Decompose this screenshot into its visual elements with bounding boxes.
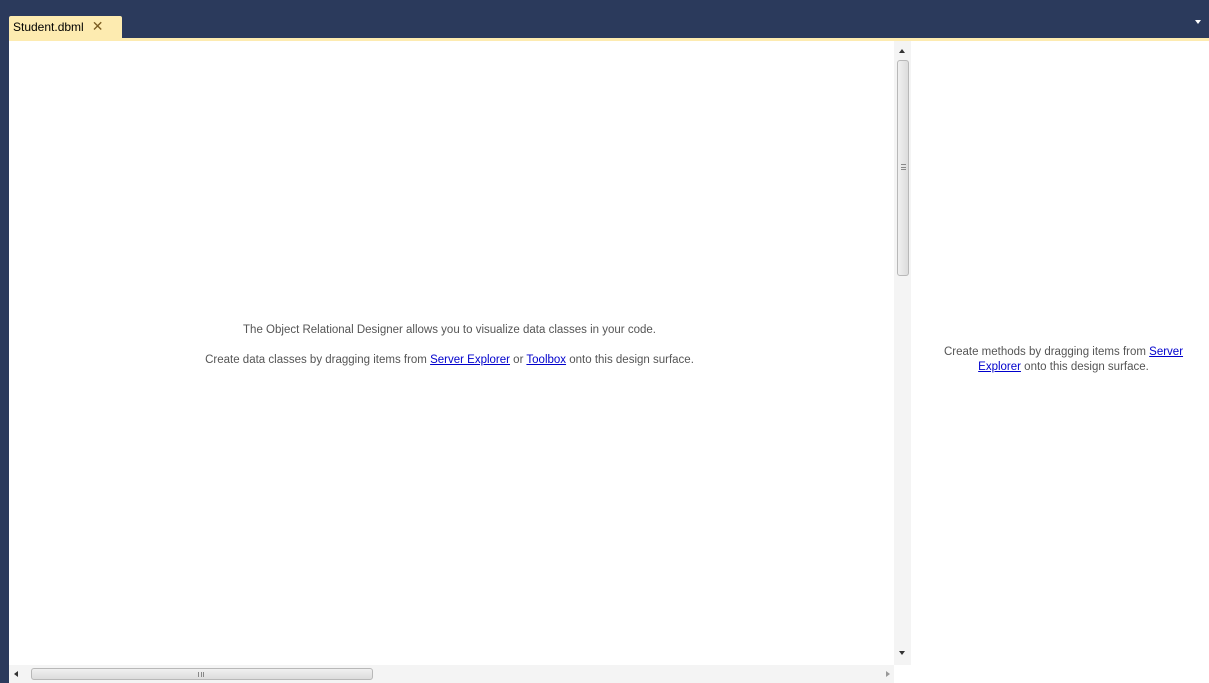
arrow-up-icon[interactable]	[899, 49, 905, 53]
methods-hint: Create methods by dragging items from Se…	[921, 345, 1206, 375]
designer-create-hint: Create data classes by dragging items fr…	[9, 354, 890, 366]
designer-intro: The Object Relational Designer allows yo…	[243, 324, 656, 336]
methods-prefix: Create methods by dragging items from	[943, 346, 1150, 358]
data-class-design-surface[interactable]: The Object Relational Designer allows yo…	[9, 41, 890, 665]
arrow-left-icon[interactable]	[14, 671, 18, 677]
horizontal-scroll-thumb[interactable]	[31, 668, 373, 680]
vertical-scrollbar[interactable]	[894, 41, 911, 665]
vertical-scroll-thumb[interactable]	[897, 60, 909, 276]
arrow-right-icon[interactable]	[886, 671, 890, 677]
toolbox-link[interactable]: Toolbox	[526, 354, 566, 366]
document-tab-strip: Student.dbml ✕	[0, 0, 1209, 38]
create-suffix: onto this design surface.	[566, 354, 694, 366]
close-icon[interactable]: ✕	[92, 20, 104, 34]
arrow-down-icon[interactable]	[899, 651, 905, 655]
tab-student-dbml[interactable]: Student.dbml ✕	[9, 16, 122, 38]
dbml-designer: The Object Relational Designer allows yo…	[9, 41, 1209, 683]
designer-hint: The Object Relational Designer allows yo…	[9, 324, 890, 384]
tab-label: Student.dbml	[13, 20, 84, 34]
server-explorer-link[interactable]: Server Explorer	[430, 354, 510, 366]
methods-design-surface[interactable]: Create methods by dragging items from Se…	[911, 41, 1209, 683]
chevron-down-icon[interactable]	[1195, 20, 1201, 24]
or-text: or	[509, 354, 527, 366]
grip-icon	[198, 672, 204, 677]
grip-icon	[901, 164, 906, 170]
create-prefix: Create data classes by dragging items fr…	[205, 354, 431, 366]
horizontal-scrollbar[interactable]	[9, 665, 894, 683]
methods-suffix: onto this design surface.	[1020, 361, 1149, 373]
